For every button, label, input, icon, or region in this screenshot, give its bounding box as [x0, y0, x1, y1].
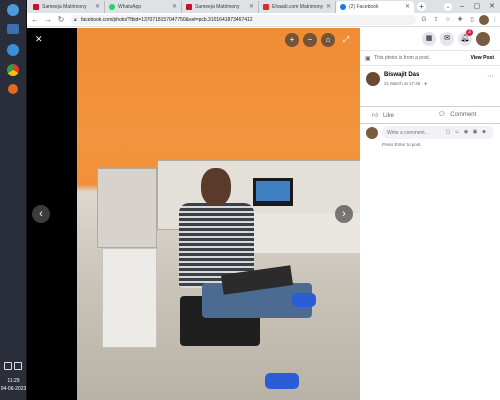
comment-label: Comment [450, 112, 477, 118]
tab-label: Ehaadi.com Matrimony [272, 4, 324, 10]
tab-label: Sameeja Matrimony [42, 4, 87, 10]
like-label: Like [382, 113, 394, 119]
tab-close-icon[interactable]: ✕ [405, 1, 410, 13]
tab-label: Sameeja Matrimony [195, 4, 240, 10]
post-timestamp[interactable]: 21 March at 17:46 · ● [384, 81, 427, 86]
person-shoe [265, 373, 299, 389]
share-icon[interactable]: ⇪ [431, 15, 441, 25]
emoji-icon[interactable]: ☺ [453, 128, 461, 137]
address-bar: ← → ↻ 🔒︎ facebook.com/photo/?fbid=137071… [27, 13, 500, 27]
url-input[interactable]: 🔒︎ facebook.com/photo/?fbid=137071815704… [71, 15, 416, 25]
search-icon[interactable] [7, 24, 19, 34]
tab-whatsapp[interactable]: WhatsApp ✕ [105, 1, 182, 13]
edge-browser-icon[interactable] [7, 44, 19, 56]
account-avatar[interactable] [476, 32, 490, 46]
tab-favicon-icon [33, 4, 39, 10]
post-details-panel: ▦ ✉ 🔔︎ 2 ▣ This photo is from a post. Vi… [360, 28, 500, 400]
more-menu-icon[interactable]: ⋮ [490, 15, 500, 25]
facebook-header-icons: ▦ ✉ 🔔︎ 2 [360, 28, 500, 50]
tab-favicon-icon [186, 4, 192, 10]
audience-globe-icon: · ● [421, 81, 428, 86]
drawer-cabinet [102, 248, 157, 348]
forward-arrow-icon[interactable]: → [42, 14, 54, 26]
camera-icon[interactable]: ◉ [462, 128, 470, 137]
tab-close-icon[interactable]: ✕ [95, 1, 100, 13]
windows-start-icon[interactable] [7, 4, 19, 16]
chrome-browser-window: Sameeja Matrimony ✕ WhatsApp ✕ Sameeja M… [27, 0, 500, 400]
tab-sameeja-matrimony-2[interactable]: Sameeja Matrimony ✕ [182, 1, 259, 13]
tab-favicon-icon [263, 4, 269, 10]
monitor-screen [256, 181, 290, 201]
comment-box[interactable]: ▢ ☺ ◉ ▣ ☻ [382, 126, 494, 139]
gif-icon[interactable]: ▣ [471, 128, 479, 137]
tab-facebook[interactable]: (2) Facebook ✕ [336, 1, 414, 13]
comment-input[interactable] [387, 128, 442, 137]
tab-close-icon[interactable]: ✕ [172, 1, 177, 13]
info-text: This photo is from a post. [374, 55, 431, 61]
reload-icon[interactable]: ↻ [55, 14, 67, 26]
bookmark-star-icon[interactable]: ☆ [443, 15, 453, 25]
press-enter-hint: Press Enter to post. [382, 142, 422, 147]
side-panel-icon[interactable]: ▯ [467, 15, 477, 25]
extensions-icon[interactable]: ✚ [455, 15, 465, 25]
chrome-icon[interactable] [7, 64, 19, 76]
info-icon: ▣ [365, 56, 371, 62]
profile-avatar[interactable] [479, 15, 489, 25]
volume-icon[interactable] [14, 362, 22, 370]
tab-sameeja-matrimony-1[interactable]: Sameeja Matrimony ✕ [29, 1, 105, 13]
post-actions: 👍︎ Like 💬︎ Comment [360, 106, 500, 124]
zoom-out-icon[interactable]: − [303, 33, 317, 47]
back-arrow-icon[interactable]: ← [29, 14, 41, 26]
tab-ehaadi-matrimony[interactable]: Ehaadi.com Matrimony ✕ [259, 1, 336, 13]
media-player-icon[interactable] [8, 84, 18, 94]
tab-search-icon[interactable]: ⌄ [444, 3, 452, 11]
more-options-icon[interactable]: ⋯ [487, 72, 494, 80]
commenter-avatar [366, 127, 378, 139]
menu-grid-icon[interactable]: ▦ [422, 32, 436, 46]
windows-taskbar: 11:29 04-06-2023 [0, 0, 27, 400]
like-button[interactable]: 👍︎ Like [372, 111, 394, 119]
view-post-link[interactable]: View Post [470, 55, 494, 61]
author-avatar[interactable] [366, 72, 380, 86]
maximize-button[interactable]: ▢ [470, 1, 484, 12]
close-viewer-icon[interactable]: ✕ [35, 34, 43, 45]
photo-viewer: ✕ + − ⌂ ⤢ ‹ › [27, 28, 362, 400]
tab-strip: Sameeja Matrimony ✕ WhatsApp ✕ Sameeja M… [27, 0, 500, 13]
url-text: facebook.com/photo/?fbid=137071815704775… [81, 17, 253, 23]
facebook-icon [340, 4, 346, 10]
author-name[interactable]: Biswajit Das [384, 72, 419, 78]
whatsapp-icon [109, 4, 115, 10]
taskbar-date[interactable]: 04-06-2023 [0, 386, 27, 392]
tab-label: (2) Facebook [349, 4, 379, 10]
lock-icon: 🔒︎ [74, 17, 77, 23]
notification-badge: 2 [466, 29, 473, 36]
tag-icon[interactable]: ⌂ [321, 33, 335, 47]
taskbar-time[interactable]: 11:29 [0, 378, 27, 384]
close-window-button[interactable]: ✕ [485, 1, 499, 12]
google-lens-icon[interactable]: G [419, 15, 429, 25]
cubicle-partition [97, 168, 157, 248]
speech-bubble-icon: 💬︎ [438, 112, 446, 118]
zoom-in-icon[interactable]: + [285, 33, 299, 47]
thumbs-up-icon: 👍︎ [372, 113, 379, 119]
person-shoe [292, 293, 316, 307]
tab-close-icon[interactable]: ✕ [326, 1, 331, 13]
avatar-sticker-icon[interactable]: ☻ [480, 128, 488, 137]
post-time-text: 21 March at 17:46 [384, 81, 421, 86]
fullscreen-icon[interactable]: ⤢ [339, 33, 353, 47]
comment-button[interactable]: 💬︎ Comment [438, 111, 476, 118]
messenger-icon[interactable]: ✉ [440, 32, 454, 46]
office-photo [77, 28, 362, 400]
tab-close-icon[interactable]: ✕ [249, 1, 254, 13]
minimize-button[interactable]: – [455, 1, 469, 12]
next-photo-button[interactable]: › [335, 205, 353, 223]
sticker-icon[interactable]: ▢ [444, 128, 452, 137]
network-icon[interactable] [4, 362, 12, 370]
new-tab-button[interactable]: + [417, 2, 426, 11]
tab-label: WhatsApp [118, 4, 142, 10]
previous-photo-button[interactable]: ‹ [32, 205, 50, 223]
photo-info-row: ▣ This photo is from a post. View Post [360, 50, 500, 66]
person-head [201, 168, 231, 206]
